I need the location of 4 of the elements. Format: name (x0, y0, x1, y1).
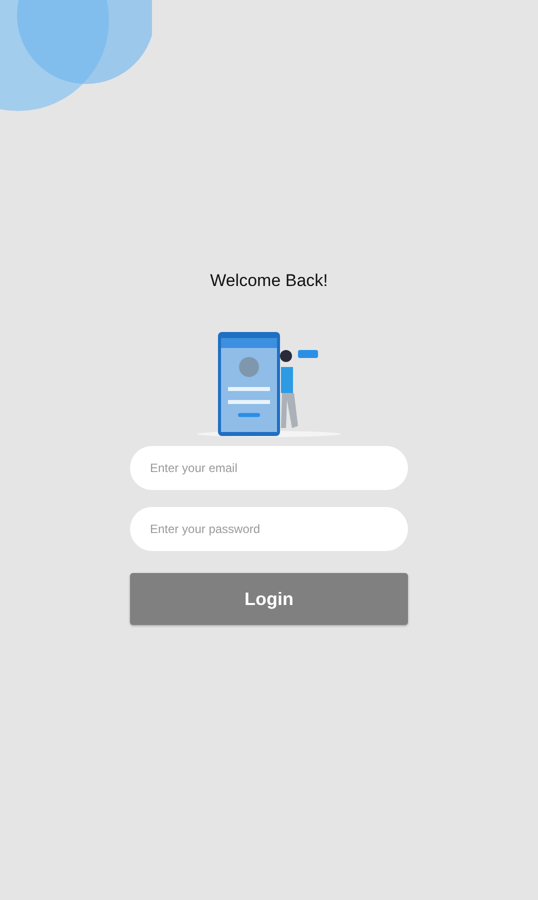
email-field[interactable]: Enter your email (130, 446, 408, 490)
login-button[interactable]: Login (130, 573, 408, 625)
password-field[interactable]: Enter your password (130, 507, 408, 551)
page-title: Welcome Back! (210, 270, 328, 292)
